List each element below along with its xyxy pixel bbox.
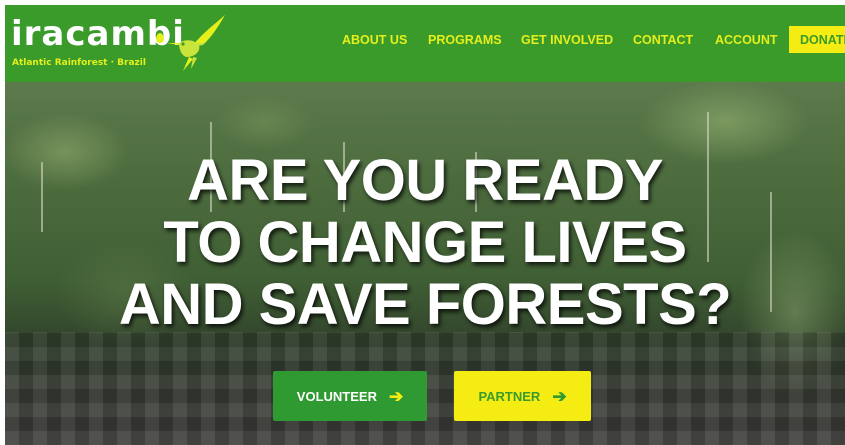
hero-headline: ARE YOU READY TO CHANGE LIVES AND SAVE F… bbox=[5, 150, 845, 336]
nav-get-involved[interactable]: GET INVOLVED bbox=[521, 33, 613, 47]
arrow-right-icon: ➔ bbox=[552, 386, 567, 406]
volunteer-button[interactable]: VOLUNTEER ➔ bbox=[273, 371, 427, 421]
nav-programs[interactable]: PROGRAMS bbox=[428, 33, 502, 47]
partner-button[interactable]: PARTNER ➔ bbox=[454, 371, 591, 421]
nav-account[interactable]: ACCOUNT bbox=[715, 33, 778, 47]
arrow-right-icon: ➔ bbox=[388, 386, 404, 406]
volunteer-button-label: VOLUNTEER bbox=[296, 388, 377, 404]
hero-banner: ARE YOU READY TO CHANGE LIVES AND SAVE F… bbox=[5, 82, 845, 445]
nav-about-us[interactable]: ABOUT US bbox=[342, 33, 407, 47]
site-header: iracambi Atlantic Rainforest · Brazil AB… bbox=[5, 5, 845, 82]
headline-line-1: ARE YOU READY bbox=[187, 148, 663, 213]
headline-line-2: TO CHANGE LIVES bbox=[163, 210, 687, 275]
nav-contact[interactable]: CONTACT bbox=[633, 33, 693, 47]
headline-line-3: AND SAVE FORESTS? bbox=[118, 272, 732, 337]
donate-button[interactable]: DONATE bbox=[789, 26, 845, 53]
partner-button-label: PARTNER bbox=[478, 388, 541, 404]
main-nav: ABOUT US PROGRAMS GET INVOLVED CONTACT A… bbox=[5, 5, 845, 82]
